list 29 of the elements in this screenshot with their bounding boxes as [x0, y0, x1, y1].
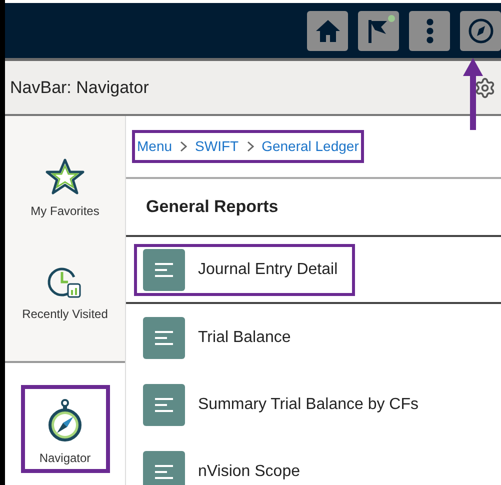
compass-icon	[47, 399, 83, 443]
page-title: NavBar: Navigator	[10, 76, 149, 99]
home-icon	[314, 18, 340, 42]
more-icon	[426, 18, 434, 44]
breadcrumb-link[interactable]: SWIFT	[195, 136, 239, 157]
report-item[interactable]: Trial Balance	[134, 312, 308, 364]
navigator-button[interactable]	[460, 10, 501, 50]
report-item[interactable]: nVision Scope	[134, 446, 317, 485]
breadcrumb-link[interactable]: General Ledger	[262, 136, 359, 157]
sidebar-item[interactable]: Recently Visited	[14, 250, 116, 329]
home-button[interactable]	[307, 10, 348, 50]
report-icon	[143, 248, 185, 290]
report-item[interactable]: Summary Trial Balance by CFs	[134, 378, 436, 430]
section-heading: General Reports	[146, 196, 278, 218]
clock-icon	[46, 264, 83, 299]
chevron-right-icon	[180, 141, 188, 152]
report-icon	[143, 316, 185, 358]
report-item[interactable]: Journal Entry Detail	[134, 244, 355, 296]
callout-arrow	[463, 58, 483, 130]
more-button[interactable]	[409, 10, 450, 50]
report-icon	[143, 384, 185, 426]
star-icon	[44, 158, 86, 196]
chevron-right-icon	[246, 141, 254, 152]
flag-button[interactable]	[358, 10, 399, 50]
sidebar-item[interactable]: Navigator	[20, 385, 110, 473]
breadcrumb-link[interactable]: Menu	[137, 136, 172, 157]
settings-icon[interactable]	[474, 76, 496, 98]
compass-icon	[468, 18, 494, 44]
sidebar-item[interactable]: My Favorites	[22, 144, 108, 226]
